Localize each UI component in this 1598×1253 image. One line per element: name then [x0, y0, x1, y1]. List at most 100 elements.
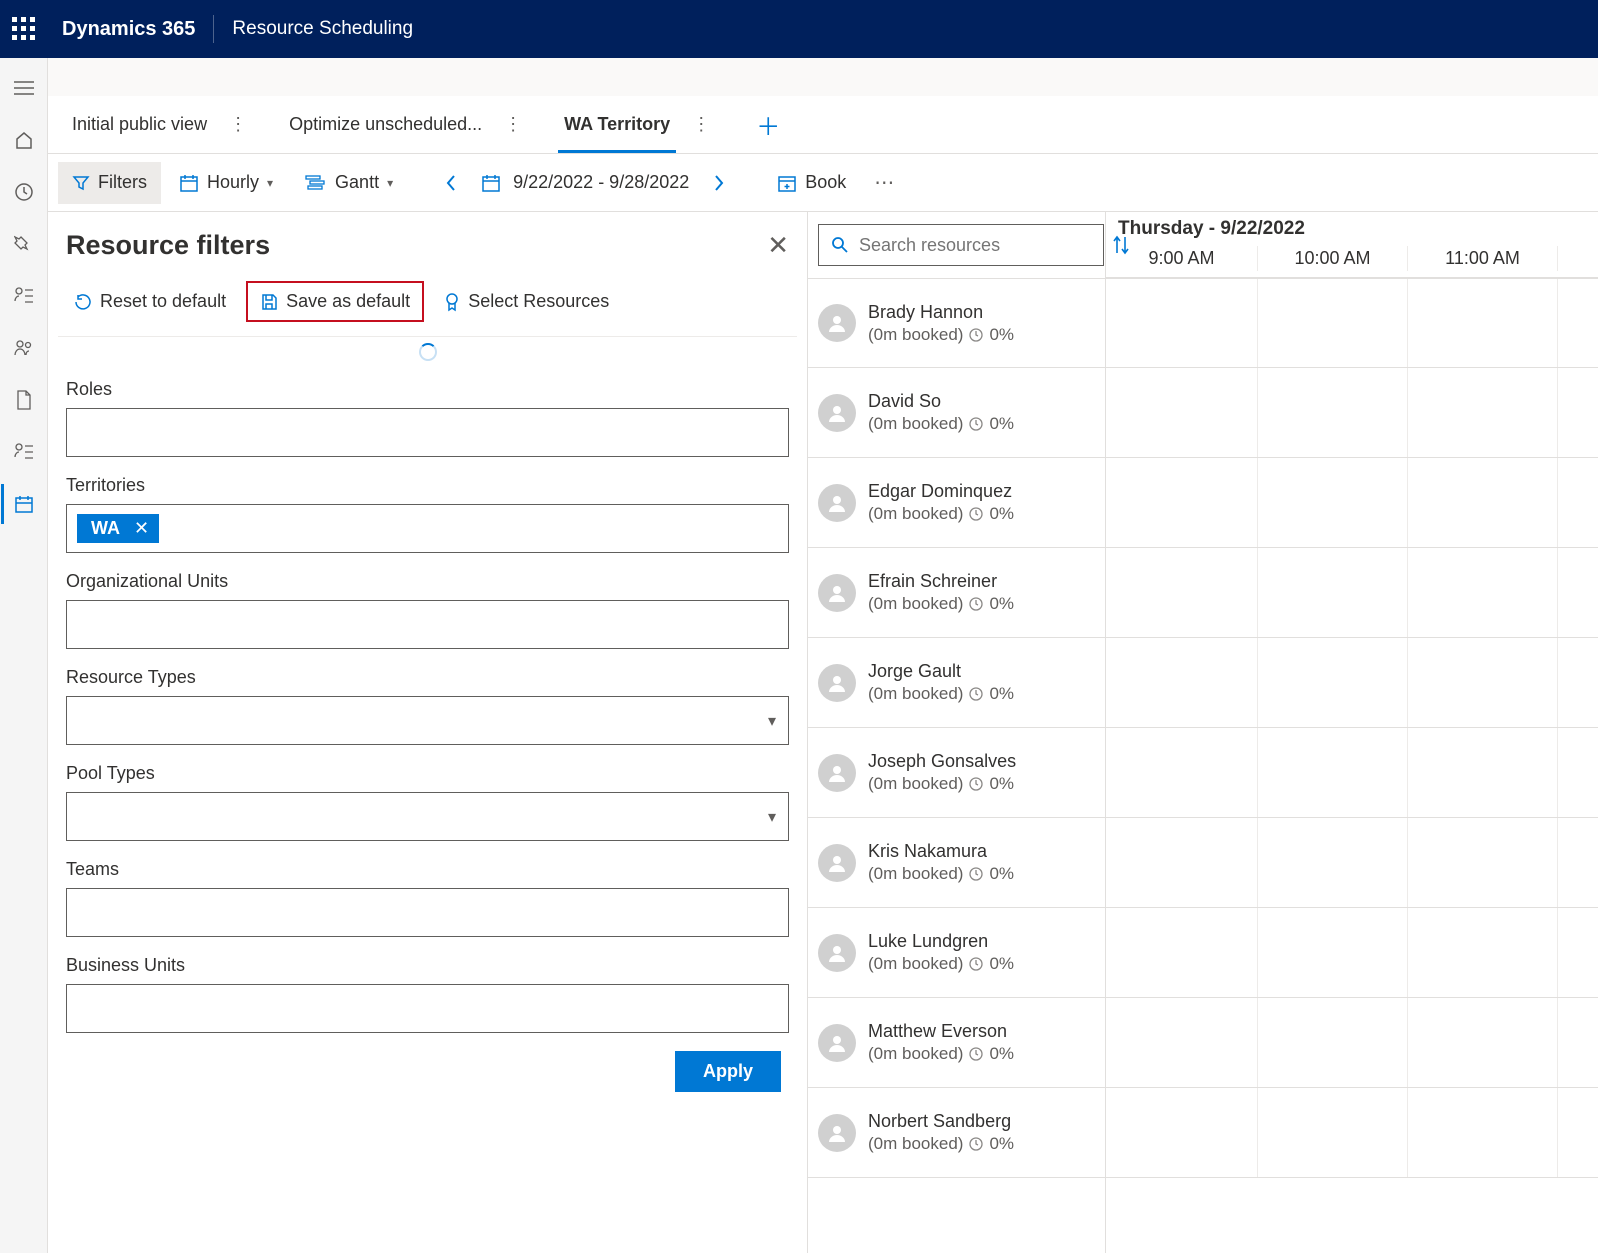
timeline-row[interactable] — [1106, 458, 1598, 548]
nav-hamburger-icon[interactable] — [4, 68, 44, 108]
timeline-cell[interactable] — [1106, 818, 1258, 907]
timeline-cell[interactable] — [1106, 458, 1258, 547]
timeline-cell[interactable] — [1408, 818, 1558, 907]
nav-people-group-icon[interactable] — [4, 328, 44, 368]
resource-meta: (0m booked)0% — [868, 684, 1014, 704]
timeline-cell[interactable] — [1106, 908, 1258, 997]
timeline-cell[interactable] — [1408, 548, 1558, 637]
book-button[interactable]: Book — [763, 162, 860, 204]
timeline-row[interactable] — [1106, 818, 1598, 908]
resource-row[interactable]: David So(0m booked)0% — [808, 368, 1105, 458]
timeline-cell[interactable] — [1408, 638, 1558, 727]
timeline-cell[interactable] — [1258, 908, 1408, 997]
search-field[interactable] — [859, 235, 1091, 256]
nav-document-icon[interactable] — [4, 380, 44, 420]
add-tab-icon[interactable]: ＋ — [746, 107, 790, 142]
roles-input[interactable] — [66, 408, 789, 457]
tab-initial-public-view[interactable]: Initial public view — [66, 96, 213, 153]
timeline-row[interactable] — [1106, 548, 1598, 638]
nav-pin-icon[interactable] — [4, 224, 44, 264]
chip-remove-icon[interactable]: ✕ — [134, 518, 149, 539]
reset-to-default-button[interactable]: Reset to default — [62, 283, 238, 320]
resource-row[interactable]: Brady Hannon(0m booked)0% — [808, 278, 1105, 368]
nav-people-list2-icon[interactable] — [4, 432, 44, 472]
tab-wa-territory[interactable]: WA Territory — [558, 96, 676, 153]
avatar — [818, 934, 856, 972]
timeline-row[interactable] — [1106, 1088, 1598, 1178]
timeline-cell[interactable] — [1408, 998, 1558, 1087]
timeline-row[interactable] — [1106, 998, 1598, 1088]
nav-people-list-icon[interactable] — [4, 276, 44, 316]
resource-row[interactable]: Efrain Schreiner(0m booked)0% — [808, 548, 1105, 638]
resource-panel: Brady Hannon(0m booked)0%David So(0m boo… — [808, 212, 1106, 1253]
timeline-cell[interactable] — [1258, 368, 1408, 457]
business-units-input[interactable] — [66, 984, 789, 1033]
timeline-cell[interactable] — [1258, 458, 1408, 547]
tab-bar: Initial public view ⋮ Optimize unschedul… — [48, 96, 1598, 154]
left-nav — [0, 58, 48, 1253]
timeline-cell[interactable] — [1408, 368, 1558, 457]
timeline-cell[interactable] — [1408, 728, 1558, 817]
prev-date-button[interactable] — [431, 163, 471, 203]
resource-row[interactable]: Edgar Dominquez(0m booked)0% — [808, 458, 1105, 548]
close-icon[interactable]: ✕ — [767, 230, 789, 261]
timeline-cell[interactable] — [1106, 728, 1258, 817]
resource-row[interactable]: Matthew Everson(0m booked)0% — [808, 998, 1105, 1088]
nav-home-icon[interactable] — [4, 120, 44, 160]
nav-recent-icon[interactable] — [4, 172, 44, 212]
timeline-cell[interactable] — [1106, 279, 1258, 367]
timeline-cell[interactable] — [1258, 998, 1408, 1087]
timeline-cell[interactable] — [1106, 638, 1258, 727]
timeline-cell[interactable] — [1258, 279, 1408, 367]
gantt-dropdown[interactable]: Gantt ▾ — [291, 162, 407, 204]
timeline-row[interactable] — [1106, 278, 1598, 368]
timeline-row[interactable] — [1106, 728, 1598, 818]
resource-row[interactable]: Luke Lundgren(0m booked)0% — [808, 908, 1105, 998]
timeline-cell[interactable] — [1258, 818, 1408, 907]
date-range-picker[interactable]: 9/22/2022 - 9/28/2022 — [475, 172, 695, 193]
timeline-cell[interactable] — [1408, 279, 1558, 367]
timeline-cell[interactable] — [1408, 458, 1558, 547]
timeline-cell[interactable] — [1408, 908, 1558, 997]
more-commands-icon[interactable]: ⋯ — [864, 170, 904, 195]
resource-row[interactable]: Norbert Sandberg(0m booked)0% — [808, 1088, 1105, 1178]
resource-row[interactable]: Kris Nakamura(0m booked)0% — [808, 818, 1105, 908]
timeline-row[interactable] — [1106, 638, 1598, 728]
resource-meta: (0m booked)0% — [868, 504, 1014, 524]
tab-menu-icon[interactable]: ⋮ — [496, 114, 530, 135]
app-launcher-icon[interactable] — [12, 17, 36, 41]
timeline-cell[interactable] — [1106, 548, 1258, 637]
hour-header: 11:00 AM — [1408, 246, 1558, 271]
timeline-cell[interactable] — [1106, 998, 1258, 1087]
book-icon — [777, 173, 797, 193]
timeline-row[interactable] — [1106, 908, 1598, 998]
tab-menu-icon[interactable]: ⋮ — [684, 114, 718, 135]
filters-button[interactable]: Filters — [58, 162, 161, 204]
org-units-input[interactable] — [66, 600, 789, 649]
nav-schedule-board-icon[interactable] — [1, 484, 44, 524]
search-resources-input[interactable] — [818, 224, 1104, 266]
toolbar: Filters Hourly ▾ Gantt ▾ — [48, 154, 1598, 212]
pool-types-select[interactable] — [66, 792, 789, 841]
teams-input[interactable] — [66, 888, 789, 937]
resource-row[interactable]: Jorge Gault(0m booked)0% — [808, 638, 1105, 728]
save-as-default-button[interactable]: Save as default — [246, 281, 424, 322]
timeline-cell[interactable] — [1258, 638, 1408, 727]
avatar — [818, 754, 856, 792]
timeline-cell[interactable] — [1408, 1088, 1558, 1177]
timeline-cell[interactable] — [1106, 1088, 1258, 1177]
resource-types-select[interactable] — [66, 696, 789, 745]
timeline-row[interactable] — [1106, 368, 1598, 458]
hourly-dropdown[interactable]: Hourly ▾ — [165, 162, 287, 204]
timeline-cell[interactable] — [1258, 548, 1408, 637]
timeline-cell[interactable] — [1258, 728, 1408, 817]
timeline-cell[interactable] — [1106, 368, 1258, 457]
tab-optimize-unscheduled[interactable]: Optimize unscheduled... — [283, 96, 488, 153]
tab-menu-icon[interactable]: ⋮ — [221, 114, 255, 135]
territories-input[interactable]: WA ✕ — [66, 504, 789, 553]
resource-row[interactable]: Joseph Gonsalves(0m booked)0% — [808, 728, 1105, 818]
apply-button[interactable]: Apply — [675, 1051, 781, 1092]
select-resources-button[interactable]: Select Resources — [432, 283, 621, 320]
timeline-cell[interactable] — [1258, 1088, 1408, 1177]
next-date-button[interactable] — [699, 163, 739, 203]
